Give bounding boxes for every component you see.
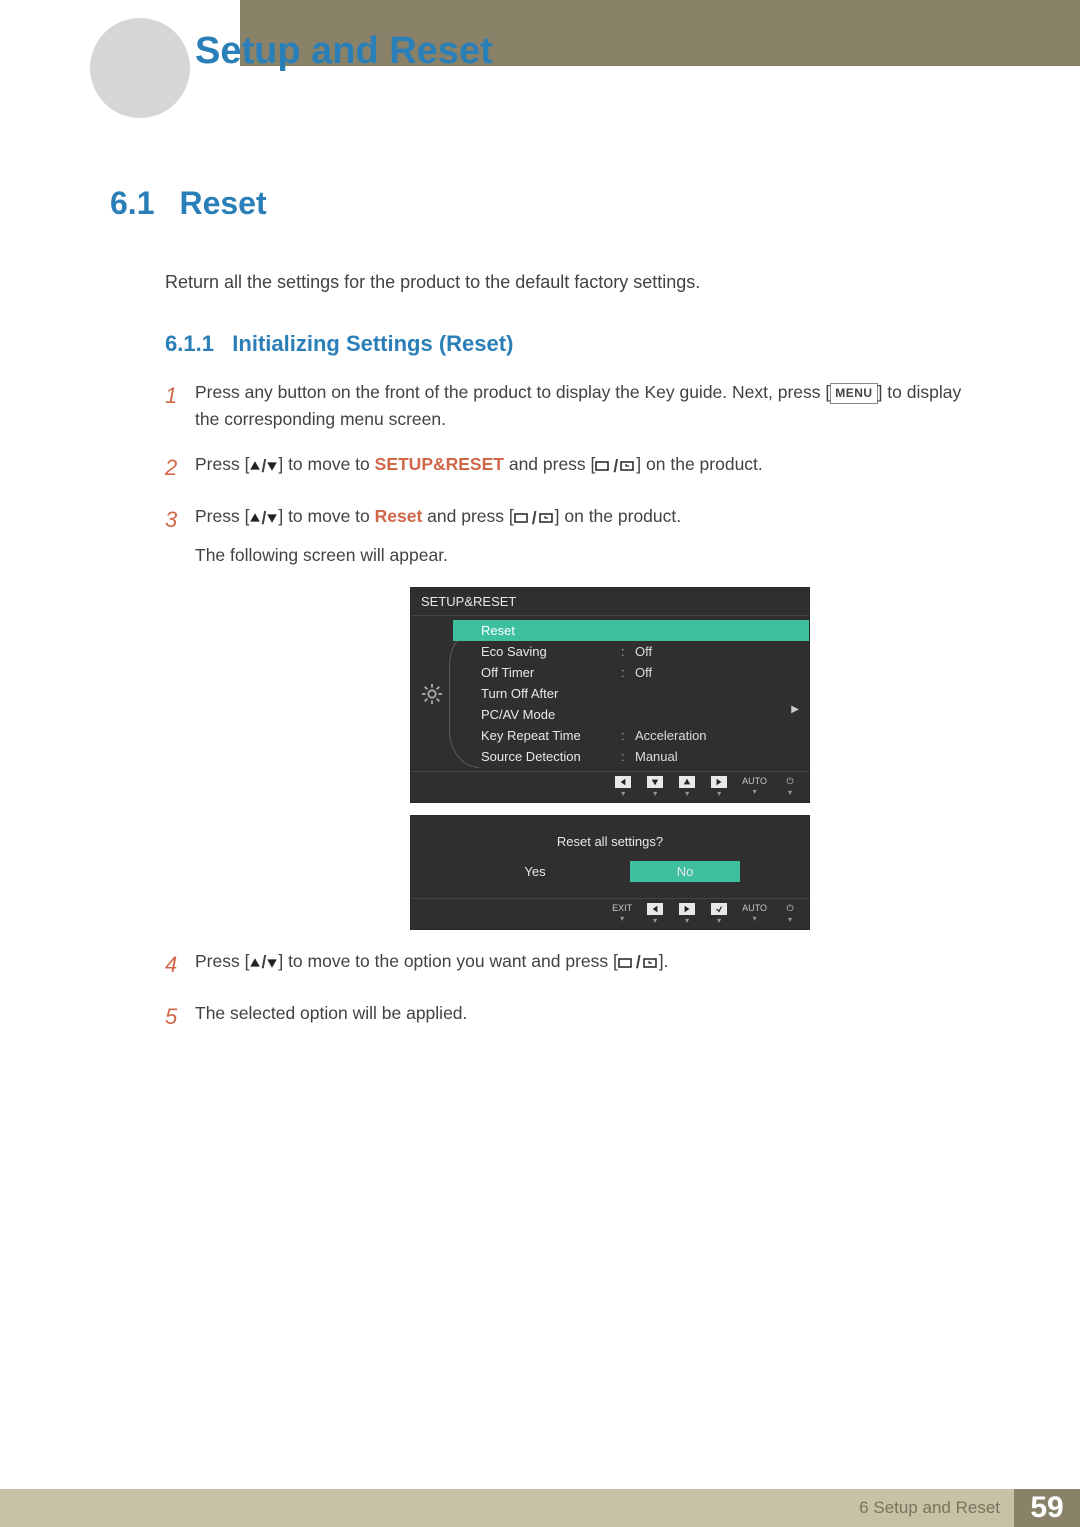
step-4: 4 Press [/] to move to the option you wa… bbox=[165, 948, 980, 982]
nav-auto-label: AUTO▾ bbox=[742, 776, 767, 798]
step-text: Press [/] to move to SETUP&RESET and pre… bbox=[195, 451, 980, 480]
osd-item-key: PC/AV Mode bbox=[481, 707, 621, 722]
step-number: 3 bbox=[165, 503, 195, 537]
nav-forward-icon: ▾ bbox=[678, 903, 696, 925]
confirm-no-option[interactable]: No bbox=[630, 861, 740, 882]
step-text: The selected option will be applied. bbox=[195, 1000, 980, 1027]
source-enter-icon: / bbox=[618, 949, 659, 976]
osd-reset-confirm: Reset all settings? Yes No EXIT▾ ▾ ▾ ▾ A… bbox=[410, 815, 810, 930]
osd-nav-bar: ▾ ▾ ▾ ▾ AUTO▾ ⏻▾ bbox=[411, 771, 809, 802]
osd-menu-item[interactable]: Eco Saving:Off bbox=[453, 641, 809, 662]
nav-exit-label: EXIT▾ bbox=[612, 903, 632, 925]
nav-down-icon: ▾ bbox=[646, 776, 664, 798]
subsection-title: Initializing Settings (Reset) bbox=[232, 331, 513, 356]
osd-item-value: Off bbox=[635, 644, 652, 659]
step-text: Press [/] to move to the option you want… bbox=[195, 948, 980, 977]
step-number: 2 bbox=[165, 451, 195, 485]
osd-item-key: Turn Off After bbox=[481, 686, 621, 701]
step-1: 1 Press any button on the front of the p… bbox=[165, 379, 980, 433]
osd-item-value: Acceleration bbox=[635, 728, 707, 743]
osd-item-colon: : bbox=[621, 749, 635, 764]
confirm-yes-option[interactable]: Yes bbox=[480, 861, 590, 882]
step-after-text: The following screen will appear. bbox=[195, 542, 980, 569]
arrow-right-icon: ▶ bbox=[791, 704, 799, 715]
section-number: 6.1 bbox=[110, 185, 175, 222]
osd-menu-item[interactable]: Key Repeat Time:Acceleration bbox=[453, 725, 809, 746]
osd-nav-bar: EXIT▾ ▾ ▾ ▾ AUTO▾ ⏻▾ bbox=[411, 898, 809, 929]
nav-back-icon: ▾ bbox=[614, 776, 632, 798]
nav-power-icon: ⏻▾ bbox=[781, 776, 799, 798]
osd-menu-item[interactable]: Off Timer:Off bbox=[453, 662, 809, 683]
osd-item-key: Off Timer bbox=[481, 665, 621, 680]
nav-back-icon: ▾ bbox=[646, 903, 664, 925]
subsection-number: 6.1.1 bbox=[165, 331, 214, 356]
chapter-badge-circle bbox=[90, 18, 190, 118]
section-intro: Return all the settings for the product … bbox=[165, 272, 980, 293]
up-down-icon: / bbox=[249, 453, 278, 480]
osd-menu-item[interactable]: Source Detection:Manual bbox=[453, 746, 809, 767]
osd-item-colon: : bbox=[621, 644, 635, 659]
source-enter-icon: / bbox=[514, 505, 555, 532]
osd-item-colon: : bbox=[621, 728, 635, 743]
osd-item-value: Manual bbox=[635, 749, 678, 764]
nav-up-icon: ▾ bbox=[678, 776, 696, 798]
osd-menu-item[interactable]: PC/AV Mode bbox=[453, 704, 809, 725]
up-down-icon: / bbox=[249, 949, 278, 976]
footer-chapter-ref: 6 Setup and Reset bbox=[0, 1489, 1014, 1527]
section-heading: 6.1 Reset bbox=[110, 185, 980, 222]
osd-item-key: Reset bbox=[481, 623, 621, 638]
source-enter-icon: / bbox=[595, 453, 636, 480]
gear-icon bbox=[421, 683, 443, 705]
osd-confirm-message: Reset all settings? bbox=[411, 816, 809, 861]
up-down-icon: / bbox=[249, 505, 278, 532]
osd-title: SETUP&RESET bbox=[411, 588, 809, 616]
nav-power-icon: ⏻▾ bbox=[781, 903, 799, 925]
osd-item-key: Source Detection bbox=[481, 749, 621, 764]
subsection-heading: 6.1.1 Initializing Settings (Reset) bbox=[165, 331, 980, 357]
nav-forward-icon: ▾ bbox=[710, 776, 728, 798]
nav-auto-label: AUTO▾ bbox=[742, 903, 767, 925]
highlight-reset: Reset bbox=[375, 506, 423, 526]
section-title: Reset bbox=[179, 185, 266, 221]
step-number: 1 bbox=[165, 379, 195, 413]
menu-button-label: MENU bbox=[830, 383, 877, 404]
osd-menu-list: ▶ ResetEco Saving:OffOff Timer:OffTurn O… bbox=[453, 616, 809, 771]
footer-page-number: 59 bbox=[1014, 1489, 1080, 1527]
page-footer: 6 Setup and Reset 59 bbox=[0, 1489, 1080, 1527]
osd-menu-item[interactable]: Turn Off After bbox=[453, 683, 809, 704]
step-5: 5 The selected option will be applied. bbox=[165, 1000, 980, 1034]
page-content: 6.1 Reset Return all the settings for th… bbox=[110, 185, 980, 1052]
highlight-setup-reset: SETUP&RESET bbox=[375, 454, 504, 474]
step-3: 3 Press [/] to move to Reset and press [… bbox=[165, 503, 980, 569]
osd-item-key: Eco Saving bbox=[481, 644, 621, 659]
osd-setup-reset-menu: SETUP&RESET ▶ ResetEco Saving:OffOff Tim… bbox=[410, 587, 810, 803]
nav-enter-icon: ▾ bbox=[710, 903, 728, 925]
step-text: Press any button on the front of the pro… bbox=[195, 379, 980, 433]
osd-item-value: Off bbox=[635, 665, 652, 680]
osd-menu-item[interactable]: Reset bbox=[453, 620, 809, 641]
step-number: 4 bbox=[165, 948, 195, 982]
step-number: 5 bbox=[165, 1000, 195, 1034]
step-text: Press [/] to move to Reset and press [/]… bbox=[195, 503, 980, 569]
osd-item-colon: : bbox=[621, 665, 635, 680]
step-2: 2 Press [/] to move to SETUP&RESET and p… bbox=[165, 451, 980, 485]
osd-item-key: Key Repeat Time bbox=[481, 728, 621, 743]
chapter-title: Setup and Reset bbox=[195, 30, 493, 73]
